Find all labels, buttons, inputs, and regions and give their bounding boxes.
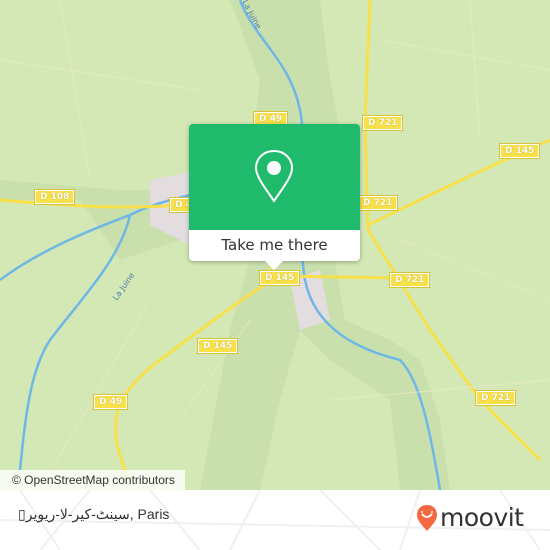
road-label: D 145 xyxy=(196,338,239,354)
popup-header xyxy=(189,124,360,230)
road-label: D 145 xyxy=(258,270,301,286)
map[interactable]: D 49 D 721 D 145 D 108 D 4 D 721 D 145 D… xyxy=(0,0,550,490)
road-label: D 721 xyxy=(474,390,517,406)
osm-attribution[interactable]: © OpenStreetMap contributors xyxy=(0,470,185,490)
road-label: D 49 xyxy=(92,394,129,410)
road-label: D 145 xyxy=(498,143,541,159)
moovit-wordmark: moovit xyxy=(440,503,524,532)
road-label: D 721 xyxy=(361,115,404,131)
destination-popup: Take me there xyxy=(189,124,360,270)
moovit-pin-icon xyxy=(417,504,437,531)
road-label: D 108 xyxy=(33,189,76,205)
map-pin-icon xyxy=(254,149,294,203)
take-me-there-button[interactable]: Take me there xyxy=(189,230,360,261)
moovit-logo: moovit xyxy=(416,503,524,532)
road-label: D 721 xyxy=(356,195,399,211)
place-name: ▯سينٹ-كير-لا-ريوير, Paris xyxy=(18,506,170,522)
road-label: D 721 xyxy=(388,272,431,288)
